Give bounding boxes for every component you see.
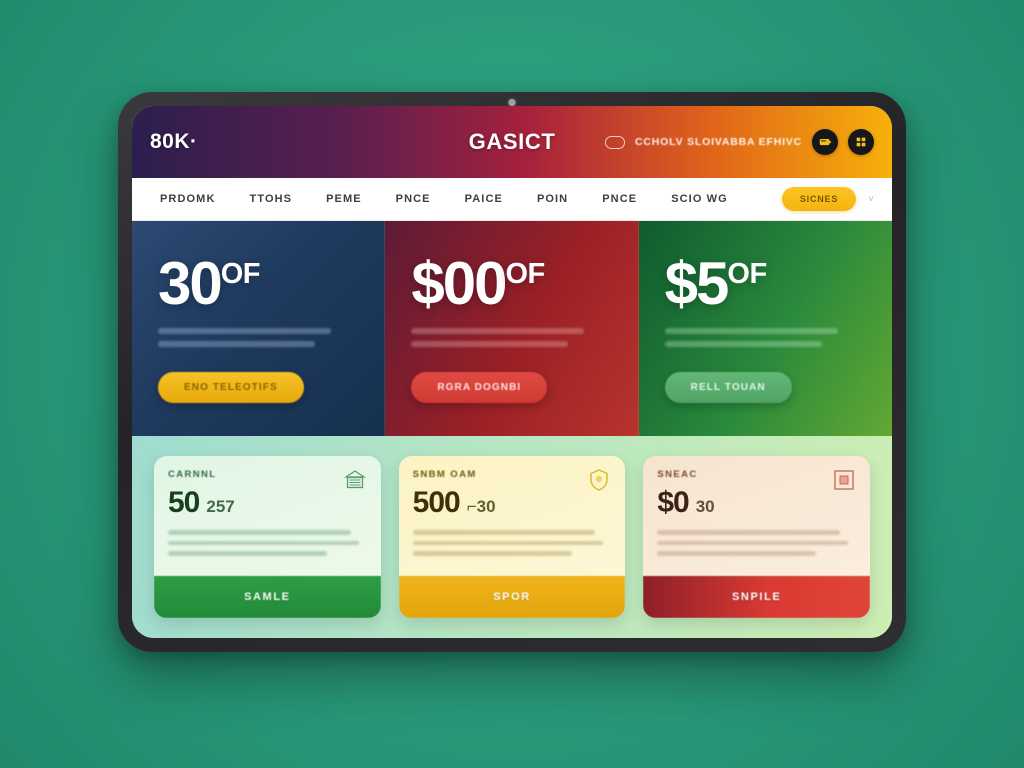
- hero-panel-crimson[interactable]: $00 OF RGRA DOGNBI: [385, 221, 639, 436]
- offer-button-1[interactable]: SPOR: [398, 576, 626, 618]
- text-line: [168, 530, 351, 535]
- offer-eyebrow-2: SNEAC: [657, 469, 698, 480]
- tablet-screen: 80K· GASICT CCHOLV SLOIVABBA EFHIVC PRDO…: [132, 106, 892, 638]
- hero-panels: 30 OF ENO TELEOTIFS $00 OF RGRA DOGNBI $…: [132, 221, 892, 436]
- offer-eyebrow-1: SNBM OAM: [412, 469, 477, 480]
- offer-price-1: 500: [412, 486, 461, 519]
- hero-cta-0[interactable]: ENO TELEOTIFS: [158, 372, 304, 403]
- hero-description-0: [158, 328, 359, 347]
- text-line: [657, 551, 817, 556]
- hero-amount-1: $00: [411, 250, 507, 317]
- text-line: [664, 341, 822, 347]
- offer-description-2: [657, 530, 856, 556]
- app-header: 80K· GASICT CCHOLV SLOIVABBA EFHIVC: [132, 106, 892, 178]
- nav-item-4[interactable]: PAICE: [465, 193, 503, 205]
- offer-price-group-0: 50 257: [168, 486, 367, 520]
- offer-card-body: CARNNL 50 257: [154, 456, 381, 576]
- offer-price-alt-1: ⌐30: [466, 497, 496, 516]
- hero-suffix-1: OF: [505, 258, 545, 290]
- text-line: [657, 540, 849, 545]
- hero-panel-navy[interactable]: 30 OF ENO TELEOTIFS: [132, 221, 386, 436]
- front-camera-icon: [508, 99, 516, 106]
- offer-eyebrow-0: CARNNL: [168, 469, 217, 480]
- header-subtitle: CCHOLV SLOIVABBA EFHIVC: [635, 136, 802, 148]
- text-line: [412, 551, 572, 556]
- brand-logo[interactable]: 80K·: [150, 130, 198, 154]
- hero-amount-2: $5: [664, 250, 730, 317]
- offer-price-group-2: $0 30: [657, 486, 856, 520]
- hero-suffix-2: OF: [727, 258, 767, 290]
- pill-icon: [605, 135, 626, 149]
- text-line: [412, 530, 596, 535]
- shield-icon: [586, 467, 612, 493]
- store-icon: [342, 467, 368, 493]
- hero-cta-2[interactable]: RELL TOUAN: [664, 372, 792, 403]
- square-frame-icon: [831, 467, 857, 493]
- header-actions: CCHOLV SLOIVABBA EFHIVC: [605, 129, 874, 155]
- hero-description-2: [664, 328, 866, 347]
- hero-amount-0: 30: [158, 250, 223, 317]
- hero-deal-0: 30 OF: [158, 250, 359, 317]
- primary-navigation: PRDOMK TTOHS PEME PNCE PAICE POIN PNCE S…: [132, 178, 892, 221]
- offer-button-2[interactable]: SNPILE: [643, 576, 871, 618]
- offer-card-body: SNBM OAM 500 ⌐30: [398, 456, 626, 576]
- offer-description-0: [168, 530, 367, 556]
- nav-item-3[interactable]: PNCE: [396, 193, 431, 205]
- nav-item-5[interactable]: POIN: [537, 193, 568, 205]
- tag-icon[interactable]: [812, 129, 838, 155]
- hero-panel-green[interactable]: $5 OF RELL TOUAN: [638, 221, 892, 436]
- nav-item-2[interactable]: PEME: [326, 193, 362, 205]
- offer-card-amber[interactable]: SNBM OAM 500 ⌐30 SPOR: [398, 456, 626, 618]
- offer-card-section: CARNNL 50 257 SAMLE SNBM OAM 500 ⌐30 SPO…: [132, 436, 892, 638]
- offer-card-body: SNEAC $0 30: [643, 456, 871, 576]
- hero-suffix-0: OF: [220, 258, 261, 290]
- nav-item-list: PRDOMK TTOHS PEME PNCE PAICE POIN PNCE S…: [160, 193, 728, 205]
- page-title: GASICT: [468, 129, 556, 154]
- hero-cta-1[interactable]: RGRA DOGNBI: [411, 372, 548, 403]
- text-line: [411, 328, 585, 334]
- offer-price-alt-2: 30: [695, 497, 715, 516]
- hero-description-1: [411, 328, 612, 347]
- hero-deal-2: $5 OF: [664, 250, 866, 317]
- nav-item-6[interactable]: PNCE: [602, 193, 637, 205]
- text-line: [158, 328, 332, 334]
- offer-price-alt-0: 257: [206, 497, 235, 516]
- text-line: [158, 341, 316, 347]
- text-line: [657, 530, 841, 535]
- nav-cta-button[interactable]: SICNES: [781, 187, 857, 211]
- hero-deal-1: $00 OF: [411, 250, 612, 317]
- offer-price-0: 50: [168, 486, 200, 519]
- text-line: [168, 551, 327, 556]
- text-line: [412, 540, 604, 545]
- tablet-device: 80K· GASICT CCHOLV SLOIVABBA EFHIVC PRDO…: [118, 92, 906, 652]
- text-line: [168, 540, 359, 545]
- grid-icon[interactable]: [848, 129, 874, 155]
- offer-card-mint[interactable]: CARNNL 50 257 SAMLE: [154, 456, 381, 618]
- nav-item-0[interactable]: PRDOMK: [160, 193, 216, 205]
- text-line: [664, 328, 838, 334]
- offer-price-2: $0: [657, 486, 689, 519]
- offer-description-1: [412, 530, 612, 556]
- text-line: [411, 341, 569, 347]
- nav-item-7[interactable]: SCIO WG: [671, 193, 728, 205]
- chevron-down-icon[interactable]: ˅: [868, 194, 874, 205]
- nav-item-1[interactable]: TTOHS: [250, 193, 293, 205]
- offer-button-0[interactable]: SAMLE: [154, 576, 381, 618]
- offer-card-cream[interactable]: SNEAC $0 30 SNPILE: [643, 456, 871, 618]
- offer-price-group-1: 500 ⌐30: [413, 486, 612, 520]
